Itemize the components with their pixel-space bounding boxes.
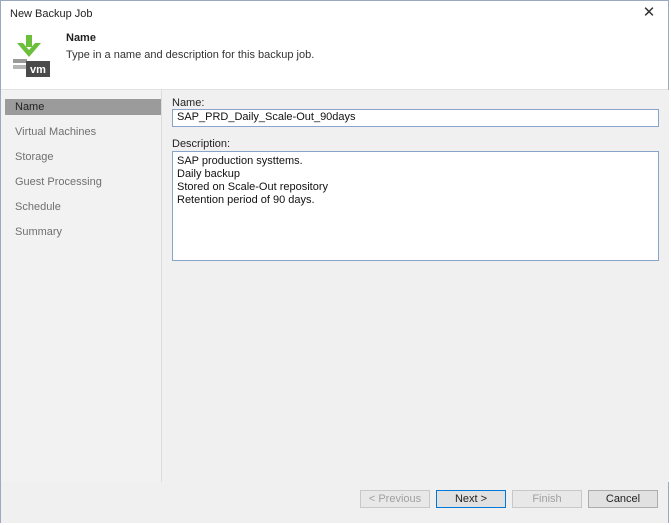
close-icon[interactable]: ✕ <box>640 4 658 22</box>
sidebar-item-name[interactable]: Name <box>5 99 161 115</box>
vm-backup-icon: vm <box>13 35 50 77</box>
cancel-button[interactable]: Cancel <box>588 490 658 508</box>
wizard-header: vm Name Type in a name and description f… <box>1 27 668 90</box>
sidebar-item-summary[interactable]: Summary <box>5 224 161 240</box>
description-line: SAP production systtems. <box>177 155 303 167</box>
finish-button[interactable]: Finish <box>512 490 582 508</box>
title-bar: New Backup Job ✕ <box>1 1 668 27</box>
sidebar-item-virtual-machines[interactable]: Virtual Machines <box>5 124 161 140</box>
wizard-content: Name: SAP_PRD_Daily_Scale-Out_90days Des… <box>162 90 669 482</box>
wizard-footer: < Previous Next > Finish Cancel <box>1 482 668 523</box>
sidebar-item-guest-processing[interactable]: Guest Processing <box>5 174 161 190</box>
description-line: Retention period of 90 days. <box>177 194 315 206</box>
previous-button[interactable]: < Previous <box>360 490 430 508</box>
page-subtitle: Type in a name and description for this … <box>66 49 315 61</box>
job-name-input[interactable]: SAP_PRD_Daily_Scale-Out_90days <box>172 109 659 127</box>
page-title: Name <box>66 32 96 44</box>
vm-logo-text: vm <box>30 64 46 76</box>
new-backup-job-dialog: New Backup Job ✕ vm Name Type in a name … <box>0 0 669 523</box>
wizard-steps-sidebar: Name Virtual Machines Storage Guest Proc… <box>1 90 162 482</box>
next-button[interactable]: Next > <box>436 490 506 508</box>
description-label: Description: <box>172 138 231 150</box>
description-textarea[interactable]: SAP production systtems. Daily backup St… <box>172 151 659 261</box>
sidebar-item-storage[interactable]: Storage <box>5 149 161 165</box>
sidebar-item-schedule[interactable]: Schedule <box>5 199 161 215</box>
window-title: New Backup Job <box>10 8 93 20</box>
name-label: Name: <box>172 97 205 109</box>
description-line: Daily backup <box>177 168 240 180</box>
description-line: Stored on Scale-Out repository <box>177 181 329 193</box>
